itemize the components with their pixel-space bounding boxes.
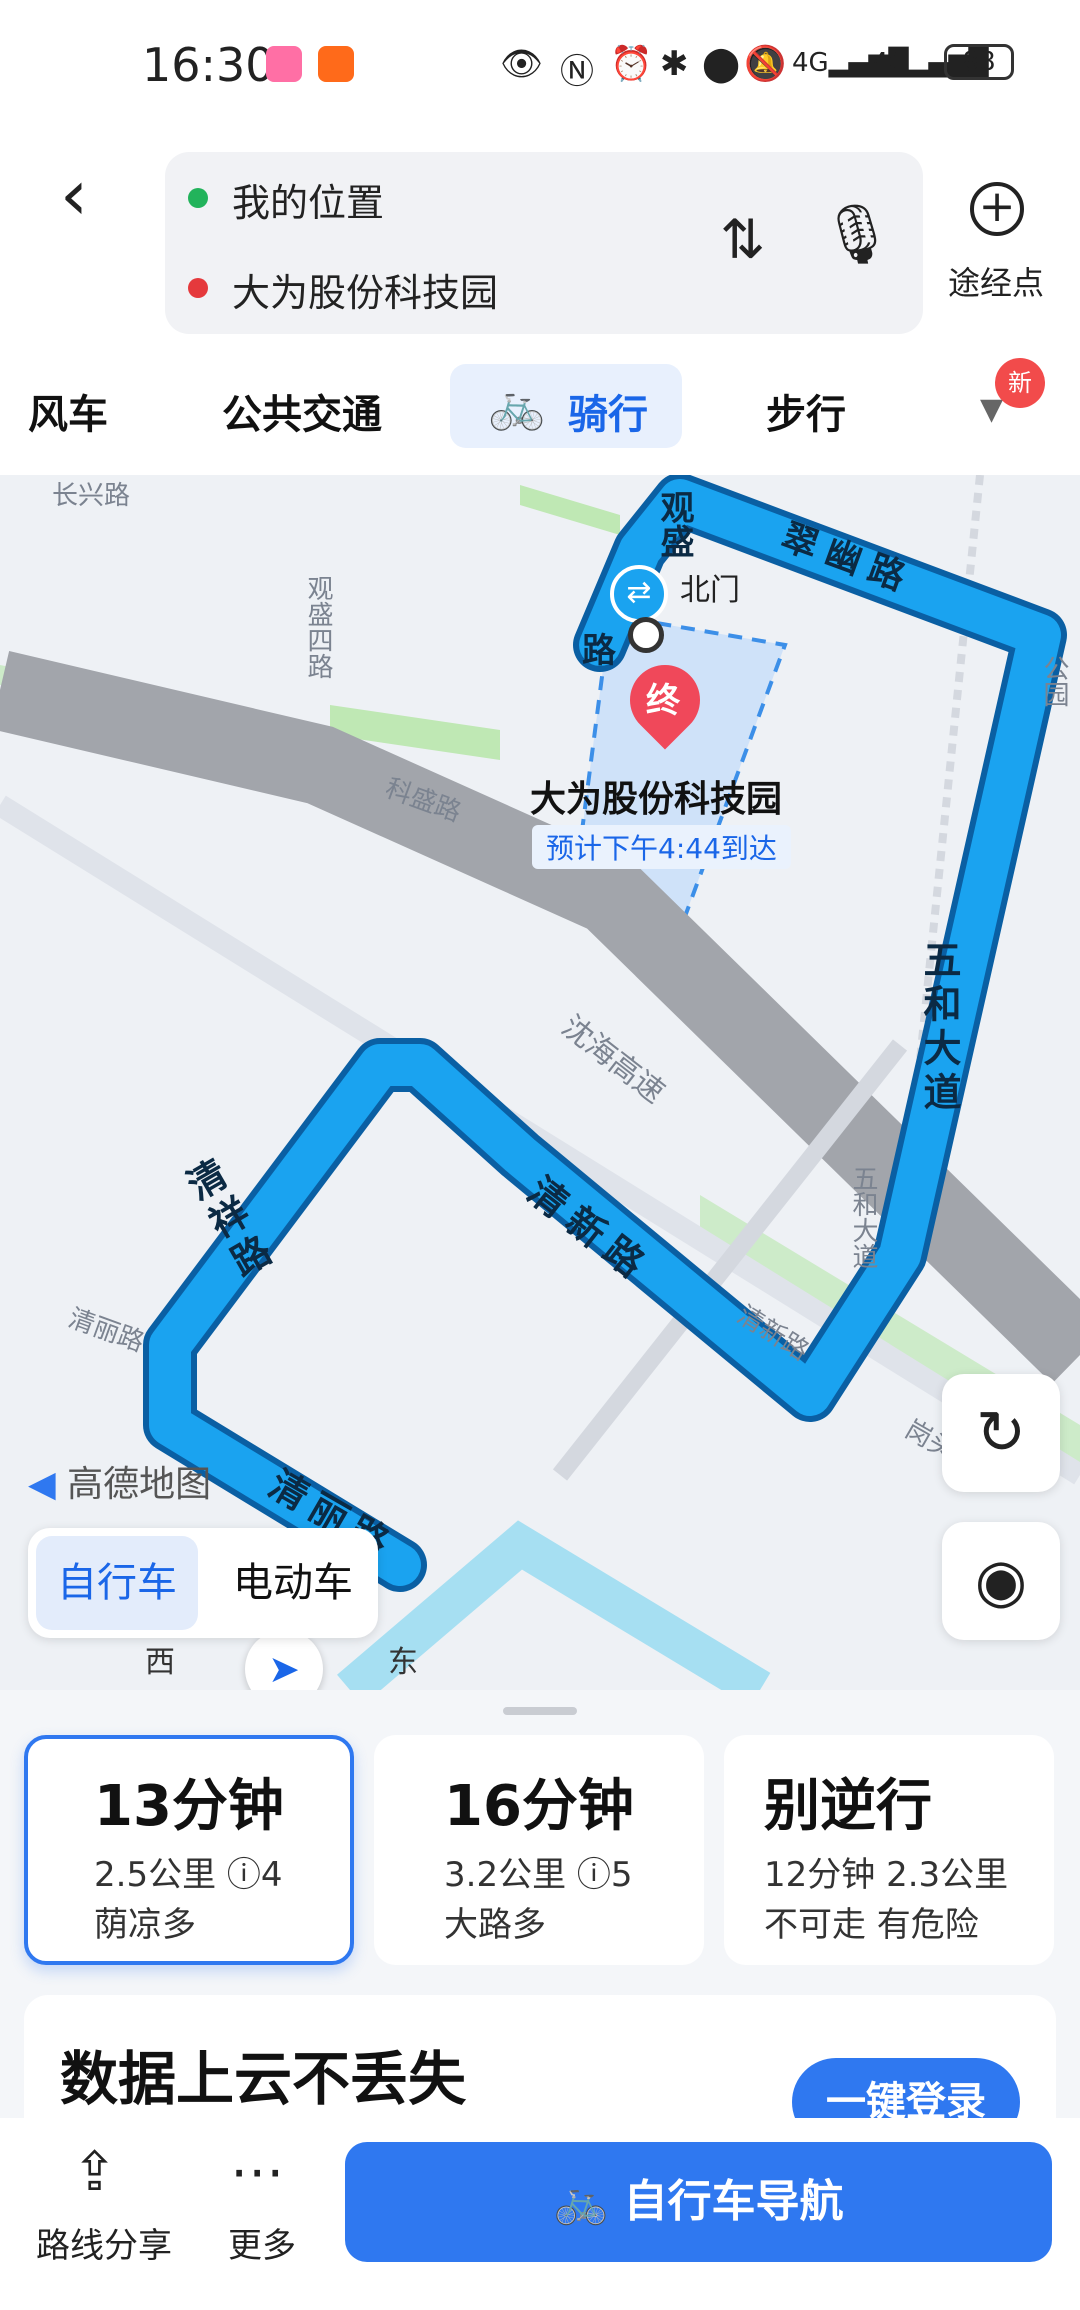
voice-input-icon[interactable]: 🎙 xyxy=(820,200,894,269)
gaode-logo-text: 高德地图 xyxy=(67,1464,212,1505)
route-time: 13分钟 xyxy=(94,1774,284,1839)
bicycle-icon: 🚲 xyxy=(488,378,546,432)
destination-field[interactable]: 大为股份科技园 xyxy=(232,262,498,317)
route-option-card[interactable]: 16分钟 3.2公里 ⓘ5 大路多 xyxy=(374,1735,704,1965)
route-tag: 不可走 有危险 xyxy=(764,1905,979,1945)
green-area xyxy=(520,485,620,535)
destination-marker-label: 终 xyxy=(646,681,680,721)
destination-name-label: 大为股份科技园 xyxy=(530,779,783,820)
route-detail: 3.2公里 ⓘ5 xyxy=(444,1855,633,1895)
route-time: 16分钟 xyxy=(444,1774,634,1839)
road-label: 长兴路 xyxy=(52,481,131,511)
add-waypoint-label[interactable]: 途经点 xyxy=(948,258,1044,304)
battery-indicator: 88 xyxy=(944,44,1014,80)
share-route-button[interactable]: 路线分享 xyxy=(36,2218,172,2267)
vehicle-type-switch: 自行车 电动车 xyxy=(28,1528,378,1638)
bluetooth-icon: ✱ xyxy=(660,44,689,84)
more-button[interactable]: 更多 xyxy=(228,2218,296,2267)
route-road-label: 五和大道 xyxy=(917,940,961,1116)
bike-navigation-button[interactable]: 🚲 自行车导航 xyxy=(345,2142,1052,2262)
start-point-icon xyxy=(628,617,664,653)
ebike-option[interactable]: 电动车 xyxy=(218,1536,368,1630)
map-view[interactable]: 长兴路 观盛四路 科盛路 沈海高速 清丽路 清新路 五和大道 公园 岗头 观盛 … xyxy=(0,475,1080,1690)
status-time: 16:30 xyxy=(142,38,275,92)
origin-field[interactable]: 我的位置 xyxy=(232,172,384,227)
bicycle-icon: 🚲 xyxy=(553,2176,609,2227)
swap-icon[interactable]: ⇅ xyxy=(720,208,765,271)
eta-label: 预计下午4:44到达 xyxy=(532,825,791,869)
road-label: 公园 xyxy=(1039,655,1069,707)
bike-parking-icon: ⇄ xyxy=(610,565,668,623)
promo-title: 数据上云不丢失 xyxy=(60,2045,467,2113)
new-badge: 新 xyxy=(995,358,1045,408)
route-road-label: 路 xyxy=(582,631,616,671)
road-label: 五和大道 xyxy=(848,1165,878,1269)
app-icon xyxy=(318,46,354,82)
refresh-button[interactable]: ↻ xyxy=(942,1374,1060,1492)
bilibili-icon xyxy=(266,46,302,82)
route-road-label: 观盛 xyxy=(654,490,694,558)
nav-label: 自行车导航 xyxy=(623,2176,844,2227)
back-button[interactable]: ‹ xyxy=(60,160,88,230)
gaode-logo-icon: ◀ xyxy=(28,1464,56,1505)
alarm-icon: ⏰ xyxy=(610,44,653,84)
compass-west-label: 西 xyxy=(145,1645,175,1680)
route-detail: 12分钟 2.3公里 xyxy=(764,1855,1009,1895)
location-icon: ⬤ xyxy=(702,44,741,84)
route-option-card[interactable]: 别逆行 12分钟 2.3公里 不可走 有危险 xyxy=(724,1735,1054,1965)
origin-dot-icon xyxy=(188,188,208,208)
tab-walking[interactable]: 步行 xyxy=(766,382,846,440)
tab-taxi[interactable]: 风车 xyxy=(28,382,108,440)
route-time: 别逆行 xyxy=(764,1774,932,1839)
mute-icon: 🔕 xyxy=(744,44,787,84)
bike-option[interactable]: 自行车 xyxy=(36,1536,198,1630)
tab-cycling-label: 骑行 xyxy=(568,392,648,438)
route-detail: 2.5公里 ⓘ4 xyxy=(94,1855,283,1895)
poi-gate-label: 北门 xyxy=(680,573,740,608)
tab-transit[interactable]: 公共交通 xyxy=(222,382,382,440)
route-tag: 荫凉多 xyxy=(94,1905,196,1945)
locate-button[interactable]: ◉ xyxy=(942,1522,1060,1640)
road-label: 观盛四路 xyxy=(303,575,333,679)
share-icon[interactable]: ⇪ xyxy=(72,2140,117,2203)
route-option-card[interactable]: 13分钟 2.5公里 ⓘ4 荫凉多 xyxy=(24,1735,354,1965)
sheet-handle[interactable] xyxy=(503,1707,577,1715)
destination-dot-icon xyxy=(188,278,208,298)
add-waypoint-icon[interactable]: + xyxy=(970,182,1024,236)
refresh-icon: ↻ xyxy=(975,1398,1027,1468)
route-tag: 大路多 xyxy=(444,1905,546,1945)
eye-icon: 👁 xyxy=(500,44,544,84)
compass-east-label: 东 xyxy=(388,1645,418,1680)
gaode-logo: ◀ 高德地图 xyxy=(28,1455,211,1507)
locate-icon: ◉ xyxy=(974,1546,1028,1616)
nfc-icon: Ⓝ xyxy=(560,52,594,92)
more-icon[interactable]: ⋯ xyxy=(230,2140,284,2203)
